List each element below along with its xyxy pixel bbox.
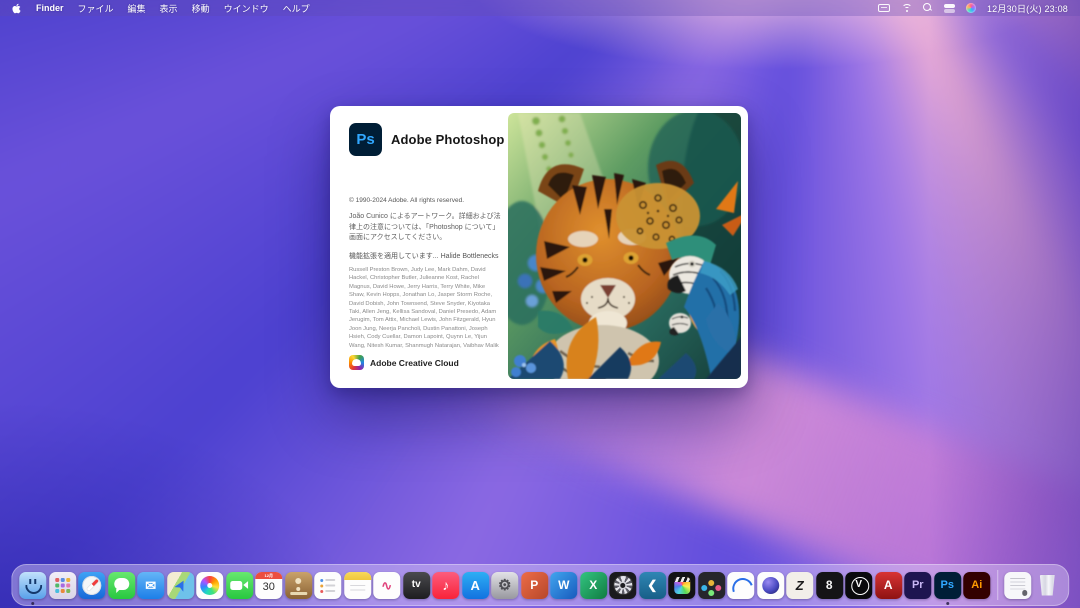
splash-loading-status: 機能拡張を適用しています... Halide Bottlenecks: [349, 251, 509, 261]
menu-go[interactable]: 移動: [192, 2, 210, 15]
photoshop-app-icon: Ps: [349, 123, 382, 156]
dock-powerpoint-icon[interactable]: P: [521, 572, 548, 599]
creative-cloud-label: Adobe Creative Cloud: [370, 358, 459, 368]
dock-notes-icon[interactable]: [344, 572, 371, 599]
dock-compressor-icon[interactable]: [609, 572, 636, 599]
dock-reminders-icon[interactable]: [314, 572, 341, 599]
dock-calendar-icon[interactable]: 12月30: [255, 572, 282, 599]
splash-artwork: [508, 113, 741, 379]
control-center-icon[interactable]: [944, 4, 955, 13]
jungle-artwork-illustration: [508, 113, 741, 379]
splash-app-title: Adobe Photoshop: [391, 132, 504, 147]
dock-word-icon[interactable]: W: [550, 572, 577, 599]
dock-zbrush-icon[interactable]: Z: [786, 572, 813, 599]
siri-icon[interactable]: [966, 3, 976, 13]
menu-bar-left: Finder ファイル 編集 表示 移動 ウインドウ ヘルプ: [12, 2, 310, 15]
dock-excel-icon[interactable]: X: [580, 572, 607, 599]
splash-brand: Ps Adobe Photoshop: [349, 123, 504, 156]
dock-contacts-icon[interactable]: [285, 572, 312, 599]
running-indicator: [31, 602, 34, 605]
dock-maps-icon[interactable]: [167, 572, 194, 599]
dock-messages-icon[interactable]: [108, 572, 135, 599]
dock-apple-tv-icon[interactable]: tv: [403, 572, 430, 599]
display-icon[interactable]: [878, 4, 890, 12]
dock-premiere-pro-icon[interactable]: Pr: [904, 572, 931, 599]
dock-finder-icon[interactable]: [19, 572, 46, 599]
dock-rhino-8-icon[interactable]: 8: [816, 572, 843, 599]
apple-menu-icon[interactable]: [12, 3, 22, 14]
dock-illustrator-icon[interactable]: Ai: [963, 572, 990, 599]
dock-trash-icon[interactable]: [1034, 572, 1061, 599]
dock-vectorworks-icon[interactable]: V: [845, 572, 872, 599]
dock-app-store-icon[interactable]: A: [462, 572, 489, 599]
menu-app-name[interactable]: Finder: [36, 3, 64, 13]
menu-edit[interactable]: 編集: [128, 2, 146, 15]
menu-window[interactable]: ウインドウ: [224, 2, 269, 15]
dock-mail-icon[interactable]: ✉: [137, 572, 164, 599]
dock-facetime-icon[interactable]: [226, 572, 253, 599]
dock-downloads-icon[interactable]: [1004, 572, 1031, 599]
dock-launchpad-icon[interactable]: [49, 572, 76, 599]
dock-davinci-resolve-icon[interactable]: [698, 572, 725, 599]
menu-help[interactable]: ヘルプ: [283, 2, 310, 15]
dock-autocad-icon[interactable]: A: [875, 572, 902, 599]
dock-cavalry-icon[interactable]: ❮: [639, 572, 666, 599]
splash-credits: Russell Preston Brown, Judy Lee, Mark Da…: [349, 266, 502, 350]
dock-photoshop-icon[interactable]: Ps: [934, 572, 961, 599]
search-icon[interactable]: [923, 3, 933, 13]
menu-view[interactable]: 表示: [160, 2, 178, 15]
dock-final-cut-pro-icon[interactable]: [668, 572, 695, 599]
wifi-icon[interactable]: [901, 4, 912, 13]
menu-bar-status: 12月30日(火) 23:08: [878, 2, 1068, 15]
desktop: Finder ファイル 編集 表示 移動 ウインドウ ヘルプ 12月30日(火)…: [0, 0, 1080, 608]
dock-freeform-icon[interactable]: ∿: [373, 572, 400, 599]
creative-cloud-icon: [349, 355, 364, 370]
dock-divider: [997, 570, 998, 600]
running-indicator: [946, 602, 949, 605]
menu-clock[interactable]: 12月30日(火) 23:08: [987, 2, 1068, 15]
dock-system-settings-icon[interactable]: ⚙: [491, 572, 518, 599]
dock-photos-icon[interactable]: [196, 572, 223, 599]
dock-cinema-4d-icon[interactable]: [757, 572, 784, 599]
menu-file[interactable]: ファイル: [78, 2, 114, 15]
splash-copyright: © 1990-2024 Adobe. All rights reserved.: [349, 197, 464, 204]
dock-linearity-curve-icon[interactable]: [727, 572, 754, 599]
photoshop-splash-window: Ps Adobe Photoshop © 1990-2024 Adobe. Al…: [330, 106, 748, 388]
dock-music-icon[interactable]: ♪: [432, 572, 459, 599]
dock-safari-icon[interactable]: [78, 572, 105, 599]
dock: ✉12月30∿tv♪A⚙PWX❮Z8VAPrPsAi: [11, 564, 1069, 606]
creative-cloud-row: Adobe Creative Cloud: [349, 355, 459, 370]
menu-bar: Finder ファイル 編集 表示 移動 ウインドウ ヘルプ 12月30日(火)…: [0, 0, 1080, 16]
splash-artwork-credit: João Cunico によるアートワーク。詳細および法律上の注意については、「…: [349, 212, 501, 244]
